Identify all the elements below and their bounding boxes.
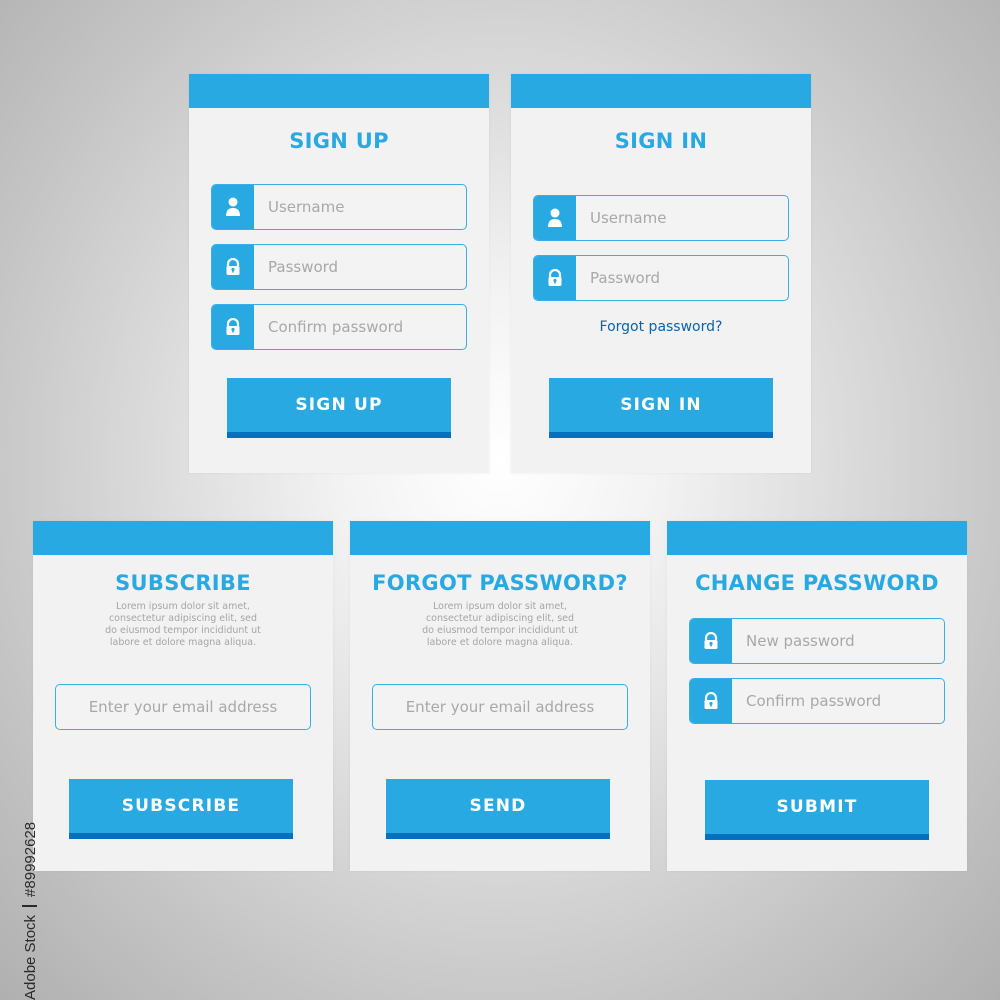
signup-button[interactable]: SIGN UP: [227, 378, 451, 438]
credit-separator: [22, 904, 37, 907]
subscribe-title: SUBSCRIBE: [115, 571, 251, 595]
lock-icon: [690, 619, 732, 663]
change-password-title: CHANGE PASSWORD: [695, 571, 939, 595]
forgot-password-description: Lorem ipsum dolor sit amet, consectetur …: [422, 601, 578, 648]
signup-confirm-password-placeholder: Confirm password: [268, 318, 404, 336]
lock-icon: [212, 245, 254, 289]
subscribe-button[interactable]: SUBSCRIBE: [69, 779, 293, 839]
confirm-new-password-placeholder: Confirm password: [746, 692, 882, 710]
signup-title: SIGN UP: [289, 129, 389, 153]
signin-password-placeholder: Password: [590, 269, 661, 287]
user-icon: [212, 185, 254, 229]
signin-password-field[interactable]: Password: [533, 255, 789, 301]
signup-confirm-password-field[interactable]: Confirm password: [211, 304, 467, 350]
signup-panel: SIGN UP Username Password Confirm passwo…: [189, 74, 489, 473]
forgot-password-title: FORGOT PASSWORD?: [372, 571, 628, 595]
lock-icon: [534, 256, 576, 300]
credit-brand: Adobe Stock: [22, 914, 39, 1000]
subscribe-email-input[interactable]: Enter your email address: [55, 684, 311, 730]
signup-username-placeholder: Username: [268, 198, 345, 216]
panel-header-bar: [189, 74, 489, 108]
submit-button[interactable]: SUBMIT: [705, 780, 929, 840]
signin-panel: SIGN IN Username Password Forgot passwor…: [511, 74, 811, 473]
forgot-password-link[interactable]: Forgot password?: [511, 319, 811, 335]
signin-button[interactable]: SIGN IN: [549, 378, 773, 438]
signup-password-placeholder: Password: [268, 258, 339, 276]
new-password-field[interactable]: New password: [689, 618, 945, 664]
subscribe-description: Lorem ipsum dolor sit amet, consectetur …: [105, 601, 261, 648]
panel-header-bar: [511, 74, 811, 108]
forgot-email-input[interactable]: Enter your email address: [372, 684, 628, 730]
forgot-password-panel: FORGOT PASSWORD? Lorem ipsum dolor sit a…: [350, 521, 650, 871]
signup-password-field[interactable]: Password: [211, 244, 467, 290]
user-icon: [534, 196, 576, 240]
send-button[interactable]: SEND: [386, 779, 610, 839]
subscribe-panel: SUBSCRIBE Lorem ipsum dolor sit amet, co…: [33, 521, 333, 871]
stock-credit: Adobe Stock #89992628: [22, 822, 39, 1000]
confirm-new-password-field[interactable]: Confirm password: [689, 678, 945, 724]
signin-username-field[interactable]: Username: [533, 195, 789, 241]
signin-title: SIGN IN: [614, 129, 708, 153]
panel-header-bar: [33, 521, 333, 555]
credit-id: #89992628: [22, 821, 39, 897]
signin-username-placeholder: Username: [590, 209, 667, 227]
panel-header-bar: [350, 521, 650, 555]
change-password-panel: CHANGE PASSWORD New password Confirm pas…: [667, 521, 967, 871]
lock-icon: [212, 305, 254, 349]
panel-header-bar: [667, 521, 967, 555]
new-password-placeholder: New password: [746, 632, 855, 650]
lock-icon: [690, 679, 732, 723]
signup-username-field[interactable]: Username: [211, 184, 467, 230]
